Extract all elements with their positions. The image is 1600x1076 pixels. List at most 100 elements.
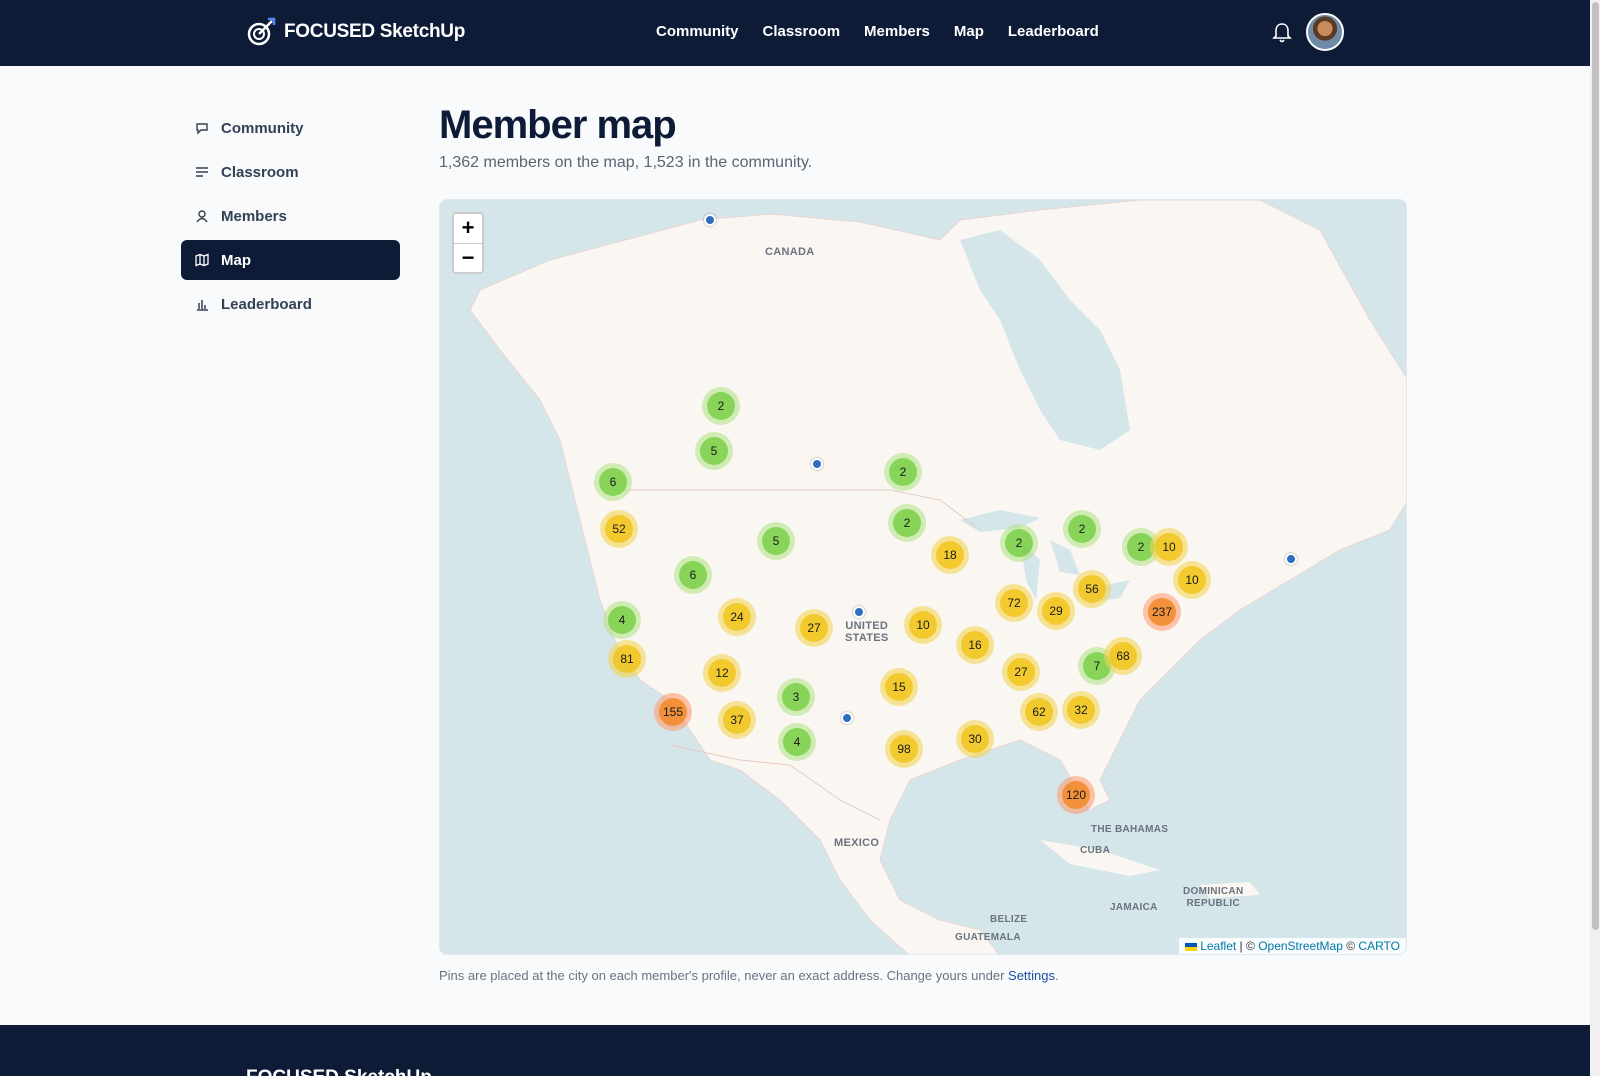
page-title: Member map <box>439 103 677 147</box>
top-navbar: FOCUSED SketchUp Community Classroom Mem… <box>0 0 1590 66</box>
footer-brand-name: FOCUSED SketchUp <box>246 1067 432 1076</box>
brand-logo-icon <box>247 17 276 46</box>
scrollbar-thumb[interactable] <box>1592 2 1599 930</box>
cluster-count: 16 <box>961 631 989 659</box>
map-cluster[interactable]: 30 <box>956 720 994 758</box>
cluster-count: 68 <box>1109 642 1137 670</box>
cluster-count: 10 <box>909 611 937 639</box>
map-cluster[interactable]: 4 <box>603 601 641 639</box>
map-cluster[interactable]: 10 <box>1173 561 1211 599</box>
map-cluster[interactable]: 6 <box>594 463 632 501</box>
leaflet-link[interactable]: Leaflet <box>1200 939 1236 953</box>
map-cluster[interactable]: 5 <box>695 432 733 470</box>
map-cluster[interactable]: 12 <box>703 654 741 692</box>
sidebar-item-classroom[interactable]: Classroom <box>181 152 400 192</box>
footer-brand: FOCUSED SketchUp <box>246 1067 432 1076</box>
map-cluster[interactable]: 155 <box>654 693 692 731</box>
list-icon <box>196 167 208 177</box>
cluster-count: 29 <box>1042 597 1070 625</box>
carto-link[interactable]: CARTO <box>1358 939 1400 953</box>
map-cluster[interactable]: 81 <box>608 640 646 678</box>
brand[interactable]: FOCUSED SketchUp <box>246 17 465 47</box>
map-label-mexico: MEXICO <box>834 837 880 849</box>
map-label-canada: CANADA <box>765 246 815 258</box>
map-pin[interactable] <box>811 458 823 470</box>
sidebar-item-members[interactable]: Members <box>181 196 400 236</box>
zoom-out-button[interactable]: − <box>454 243 482 272</box>
cluster-count: 32 <box>1067 696 1095 724</box>
cluster-count: 27 <box>800 614 828 642</box>
osm-link[interactable]: OpenStreetMap <box>1258 939 1343 953</box>
cluster-count: 120 <box>1062 781 1090 809</box>
map-cluster[interactable]: 10 <box>1150 528 1188 566</box>
topnav-members[interactable]: Members <box>864 23 930 40</box>
map-cluster[interactable]: 4 <box>778 723 816 761</box>
cluster-count: 27 <box>1007 658 1035 686</box>
cluster-count: 2 <box>1068 515 1096 543</box>
member-map[interactable]: + − CANADA UNITED STATES MEXICO THE BAHA… <box>439 199 1407 955</box>
map-cluster[interactable]: 2 <box>1000 524 1038 562</box>
sidebar-item-community[interactable]: Community <box>181 108 400 148</box>
map-pin[interactable] <box>704 214 716 226</box>
topnav-community[interactable]: Community <box>656 23 739 40</box>
map-cluster[interactable]: 6 <box>674 556 712 594</box>
cluster-count: 56 <box>1078 575 1106 603</box>
chat-icon <box>196 123 208 135</box>
map-cluster[interactable]: 2 <box>1063 510 1101 548</box>
map-label-cuba: CUBA <box>1080 845 1111 856</box>
map-cluster[interactable]: 120 <box>1057 776 1095 814</box>
map-cluster[interactable]: 5 <box>757 522 795 560</box>
bell-icon[interactable] <box>1272 22 1292 44</box>
map-cluster[interactable]: 3 <box>777 678 815 716</box>
map-cluster[interactable]: 24 <box>718 598 756 636</box>
map-label-dr-line1: DOMINICAN <box>1183 886 1244 897</box>
map-cluster[interactable]: 68 <box>1104 637 1142 675</box>
footnote-end: . <box>1055 968 1059 983</box>
map-cluster[interactable]: 52 <box>600 510 638 548</box>
map-pin[interactable] <box>1285 553 1297 565</box>
page-subtitle: 1,362 members on the map, 1,523 in the c… <box>439 154 813 171</box>
sidebar-item-leaderboard[interactable]: Leaderboard <box>181 284 400 324</box>
map-cluster[interactable]: 62 <box>1020 693 1058 731</box>
avatar[interactable] <box>1306 13 1344 51</box>
map-cluster[interactable]: 10 <box>904 606 942 644</box>
map-base-layer[interactable] <box>440 200 1407 955</box>
cluster-count: 2 <box>889 458 917 486</box>
map-pin[interactable] <box>853 606 865 618</box>
map-cluster[interactable]: 29 <box>1037 592 1075 630</box>
map-pin[interactable] <box>841 712 853 724</box>
footnote-text: Pins are placed at the city on each memb… <box>439 968 1009 983</box>
cluster-count: 52 <box>605 515 633 543</box>
map-cluster[interactable]: 15 <box>880 668 918 706</box>
map-cluster[interactable]: 2 <box>888 504 926 542</box>
map-cluster[interactable]: 16 <box>956 626 994 664</box>
map-cluster[interactable]: 32 <box>1062 691 1100 729</box>
sidebar-item-map[interactable]: Map <box>181 240 400 280</box>
topnav-map[interactable]: Map <box>954 23 984 40</box>
cluster-count: 10 <box>1155 533 1183 561</box>
cluster-count: 10 <box>1178 566 1206 594</box>
map-cluster[interactable]: 37 <box>718 701 756 739</box>
cluster-count: 6 <box>599 468 627 496</box>
settings-link[interactable]: Settings <box>1008 968 1055 983</box>
cluster-count: 155 <box>659 698 687 726</box>
topnav-classroom[interactable]: Classroom <box>763 23 841 40</box>
footer: FOCUSED SketchUp <box>0 1025 1590 1076</box>
cluster-count: 3 <box>782 683 810 711</box>
map-cluster[interactable]: 2 <box>702 387 740 425</box>
map-cluster[interactable]: 18 <box>931 536 969 574</box>
map-cluster[interactable]: 27 <box>1002 653 1040 691</box>
map-cluster[interactable]: 27 <box>795 609 833 647</box>
cluster-count: 24 <box>723 603 751 631</box>
map-cluster[interactable]: 72 <box>995 584 1033 622</box>
map-cluster[interactable]: 2 <box>884 453 922 491</box>
topnav-leaderboard[interactable]: Leaderboard <box>1008 23 1099 40</box>
map-cluster[interactable]: 56 <box>1073 570 1111 608</box>
person-icon <box>196 210 208 223</box>
sidebar-item-label: Leaderboard <box>221 295 312 313</box>
zoom-in-button[interactable]: + <box>454 214 482 243</box>
map-cluster[interactable]: 98 <box>885 730 923 768</box>
map-cluster[interactable]: 237 <box>1143 593 1181 631</box>
bar-chart-icon <box>197 300 208 311</box>
zoom-control: + − <box>452 212 484 274</box>
